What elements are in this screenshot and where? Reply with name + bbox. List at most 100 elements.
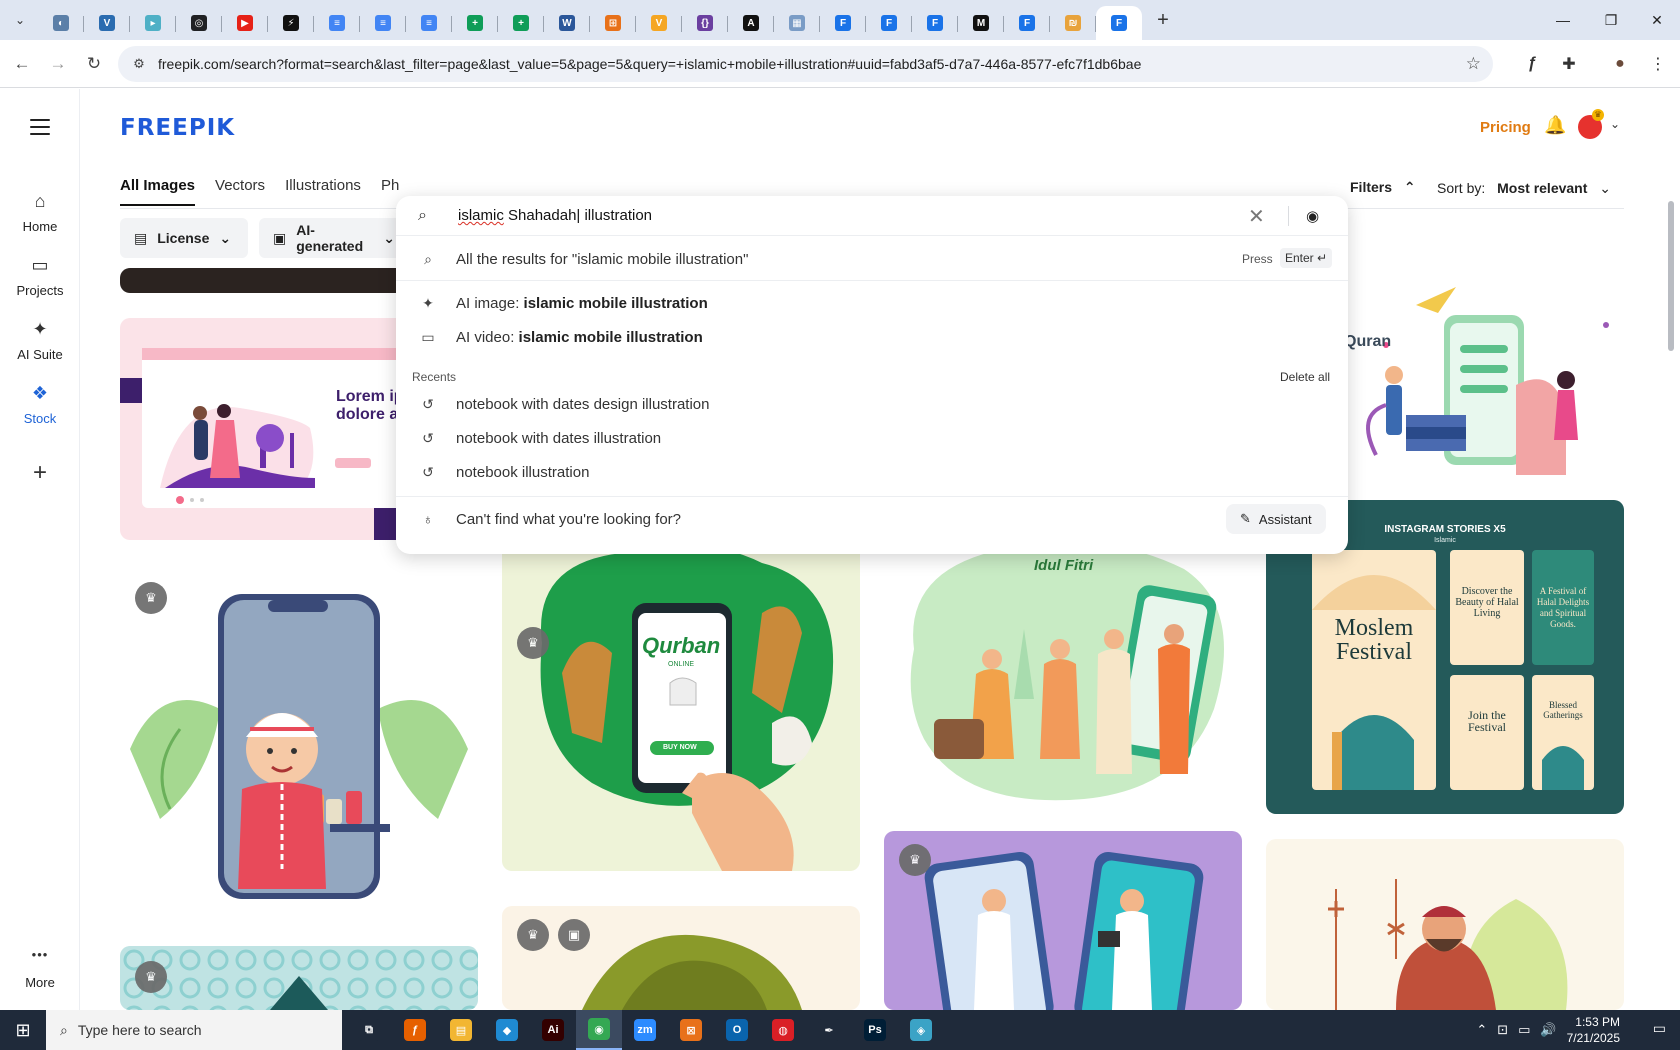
search-input[interactable]: islamic Shahadah| illustration: [458, 207, 652, 224]
browser-tab-17[interactable]: ▦: [774, 6, 820, 40]
recent-item[interactable]: ↺ notebook illustration: [396, 456, 1348, 488]
start-button[interactable]: ⊞: [0, 1010, 46, 1050]
taskbar-outlook-button[interactable]: O: [714, 1010, 760, 1050]
image-card-phone-boy[interactable]: ♛: [120, 569, 478, 914]
image-card-hat[interactable]: ♛ ▣: [502, 906, 860, 1010]
clock[interactable]: 1:53 PM 7/21/2025: [1567, 1014, 1620, 1046]
image-card-man-praying[interactable]: [1266, 839, 1624, 1010]
image-card-doctor[interactable]: ♛: [884, 831, 1242, 1010]
taskbar-chrome-button[interactable]: ◉: [576, 1010, 622, 1050]
sidebar-item-home[interactable]: ⌂ Home: [0, 191, 80, 234]
browser-tab-6[interactable]: ⚡: [268, 6, 314, 40]
forward-button[interactable]: →: [40, 46, 76, 82]
freepik-logo[interactable]: FREEPIK: [120, 115, 235, 141]
sort-dropdown[interactable]: Sort by: Most relevant ⌄: [1437, 180, 1611, 197]
back-button[interactable]: ←: [4, 46, 40, 82]
browser-tab-5[interactable]: ▶: [222, 6, 268, 40]
browser-tab-8[interactable]: ≡: [360, 6, 406, 40]
hamburger-menu-icon[interactable]: [30, 119, 50, 140]
clear-search-icon[interactable]: ✕: [1248, 204, 1265, 229]
tab-vectors[interactable]: Vectors: [215, 177, 265, 206]
volume-icon[interactable]: 🔊: [1540, 1022, 1556, 1038]
browser-tab-7[interactable]: ≡: [314, 6, 360, 40]
browser-tab-16[interactable]: A: [728, 6, 774, 40]
pricing-link[interactable]: Pricing: [1480, 119, 1531, 136]
browser-tab-9[interactable]: ≡: [406, 6, 452, 40]
image-card-idul-fitri[interactable]: Idul Fitri: [884, 509, 1242, 839]
browser-tab-13[interactable]: ⊞: [590, 6, 636, 40]
browser-menu-icon[interactable]: ⋮: [1640, 46, 1676, 82]
taskbar-task-view-button[interactable]: ⧉: [346, 1010, 392, 1050]
sidebar-item-more[interactable]: ••• More: [0, 947, 80, 990]
browser-tab-24[interactable]: F: [1096, 6, 1142, 40]
taskbar-zoom-button[interactable]: zm: [622, 1010, 668, 1050]
ai-image-suggestion[interactable]: ✦ AI image: islamic mobile illustration: [396, 287, 1348, 319]
close-window-button[interactable]: ✕: [1634, 0, 1680, 40]
page-scrollbar-thumb[interactable]: [1668, 201, 1674, 351]
browser-tab-22[interactable]: F: [1004, 6, 1050, 40]
recent-item[interactable]: ↺ notebook with dates design illustratio…: [396, 388, 1348, 420]
search-box[interactable]: ⌕ islamic Shahadah| illustration ✕ ◉: [396, 196, 1348, 236]
tab-illustrations[interactable]: Illustrations: [285, 177, 361, 206]
browser-tab-3[interactable]: ▸: [130, 6, 176, 40]
camera-search-icon[interactable]: ◉: [1306, 207, 1319, 225]
browser-tab-20[interactable]: F: [912, 6, 958, 40]
taskbar-illustrator-button[interactable]: Ai: [530, 1010, 576, 1050]
chevron-down-icon[interactable]: ⌄: [1610, 117, 1620, 131]
browser-tab-11[interactable]: +: [498, 6, 544, 40]
browser-tab-14[interactable]: V: [636, 6, 682, 40]
browser-tab-2[interactable]: V: [84, 6, 130, 40]
sidebar-item-projects[interactable]: ▭ Projects: [0, 255, 80, 298]
taskbar-app-creative-button[interactable]: ◍: [760, 1010, 806, 1050]
recent-item[interactable]: ↺ notebook with dates illustration: [396, 422, 1348, 454]
taskbar-app-orange-button[interactable]: ⊠: [668, 1010, 714, 1050]
taskbar-firefox-button[interactable]: ƒ: [392, 1010, 438, 1050]
taskbar-vscode-button[interactable]: ◆: [484, 1010, 530, 1050]
new-tab-button[interactable]: +: [1146, 3, 1180, 37]
url-text[interactable]: freepik.com/search?format=search&last_fi…: [158, 56, 1141, 72]
ai-generated-filter[interactable]: ▣ AI-generated ⌄: [259, 218, 409, 258]
address-bar[interactable]: ⚙ freepik.com/search?format=search&last_…: [118, 46, 1493, 82]
network-icon[interactable]: ⊡: [1497, 1022, 1508, 1038]
assistant-button[interactable]: ✎ Assistant: [1226, 504, 1326, 534]
notifications-bell-icon[interactable]: 🔔: [1544, 115, 1566, 136]
tab-all-images[interactable]: All Images: [120, 177, 196, 206]
browser-tab-15[interactable]: {}: [682, 6, 728, 40]
profile-avatar-icon[interactable]: ●: [1602, 46, 1638, 82]
browser-tab-23[interactable]: ₪: [1050, 6, 1096, 40]
taskbar-app-blue-button[interactable]: ◈: [898, 1010, 944, 1050]
sidebar-item-add[interactable]: +: [0, 459, 80, 486]
site-info-icon[interactable]: ⚙: [124, 56, 154, 72]
folder-icon[interactable]: ▭: [1518, 1022, 1530, 1038]
extensions-puzzle-icon[interactable]: ✚: [1551, 46, 1587, 82]
ai-video-suggestion[interactable]: ▭ AI video: islamic mobile illustration: [396, 321, 1348, 353]
sidebar-item-ai-suite[interactable]: ✦ AI Suite: [0, 319, 80, 362]
taskbar-photoshop-button[interactable]: Ps: [852, 1010, 898, 1050]
browser-tab-21[interactable]: M: [958, 6, 1004, 40]
restore-button[interactable]: ❐: [1588, 0, 1634, 40]
extension-icon[interactable]: ƒ: [1514, 46, 1550, 82]
delete-all-button[interactable]: Delete all: [1280, 370, 1330, 384]
tab-search-button[interactable]: chevron-down-icon⌄: [6, 6, 34, 34]
browser-tab-12[interactable]: W: [544, 6, 590, 40]
browser-tab-1[interactable]: ◐: [38, 6, 84, 40]
browser-tab-19[interactable]: F: [866, 6, 912, 40]
browser-tab-10[interactable]: +: [452, 6, 498, 40]
sidebar-item-stock[interactable]: ❖ Stock: [0, 383, 80, 426]
browser-tab-18[interactable]: F: [820, 6, 866, 40]
bookmark-star-icon[interactable]: ☆: [1466, 54, 1481, 74]
notifications-icon[interactable]: ▭: [1653, 1020, 1666, 1037]
reload-button[interactable]: ↻: [76, 46, 112, 82]
taskbar-pen-tool-button[interactable]: ✒: [806, 1010, 852, 1050]
image-card-qurban[interactable]: Qurban ONLINE BUY NOW ♛: [502, 523, 860, 871]
taskbar-search-box[interactable]: ⌕ Type here to search: [46, 1010, 342, 1050]
minimize-button[interactable]: —: [1540, 0, 1586, 40]
taskbar-file-explorer-button[interactable]: ▤: [438, 1010, 484, 1050]
tray-overflow-icon[interactable]: ⌃: [1476, 1022, 1487, 1038]
blessed-gatherings-text: Blessed Gatherings: [1543, 700, 1583, 720]
all-results-suggestion[interactable]: ⌕ All the results for "islamic mobile il…: [396, 243, 1348, 275]
filters-toggle[interactable]: Filters ⌃: [1350, 179, 1416, 196]
browser-tab-4[interactable]: ◎: [176, 6, 222, 40]
image-card-pattern[interactable]: ♛: [120, 946, 478, 1010]
license-filter[interactable]: ▤ License ⌄: [120, 218, 248, 258]
